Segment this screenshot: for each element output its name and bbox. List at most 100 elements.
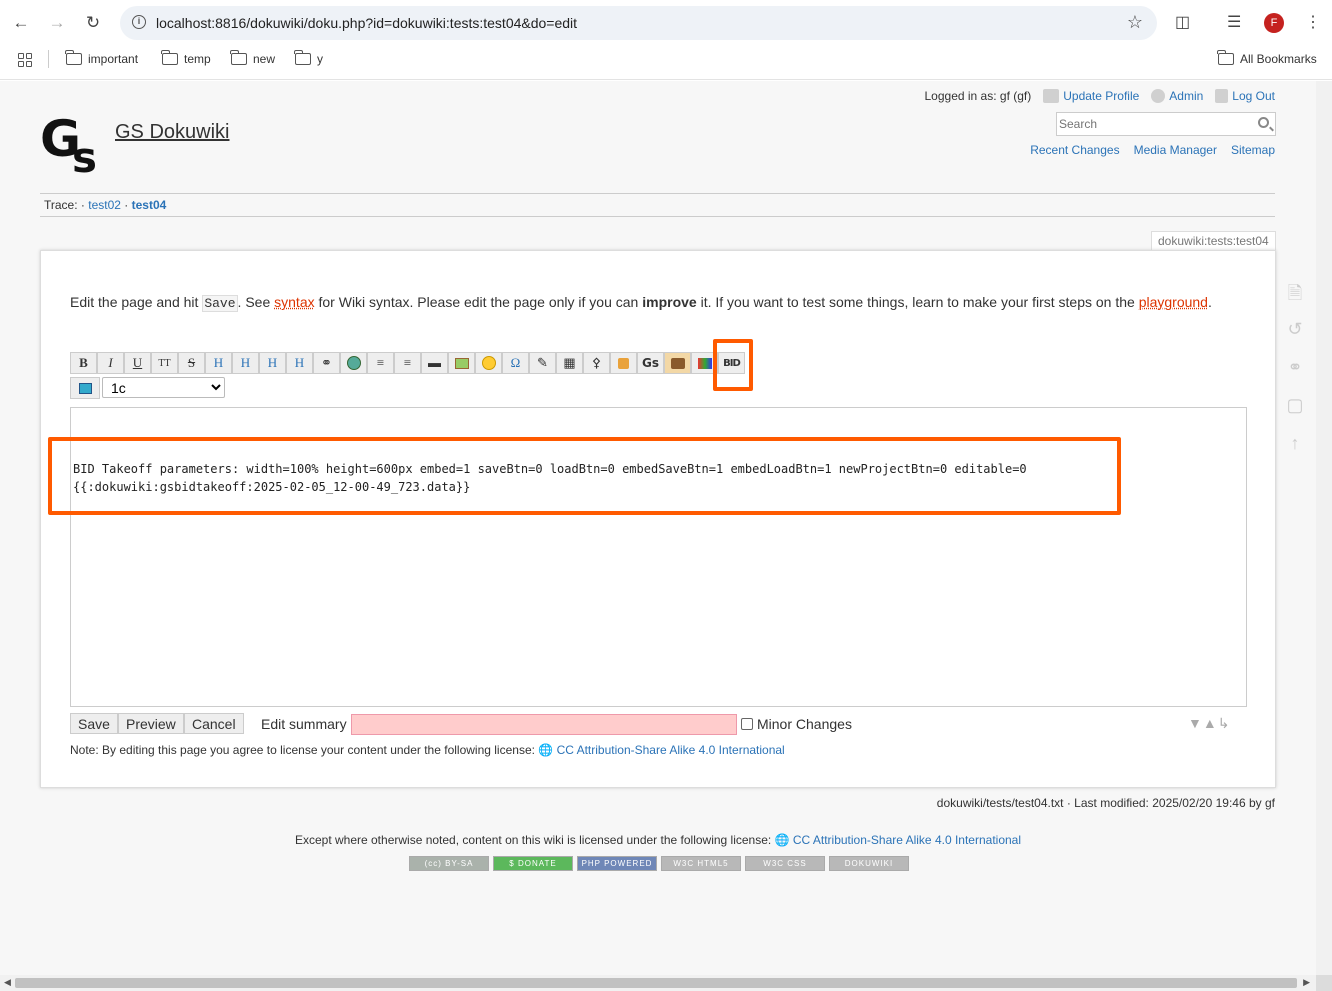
show-page-icon[interactable]: 🗎 [1284,281,1306,305]
bookmark-important[interactable]: important [65,50,138,66]
html5-badge[interactable]: W3C HTML5 [661,856,741,871]
hr-button[interactable]: ▬ [421,352,448,374]
monospace-button[interactable]: TT [151,352,178,374]
intro-text: it. If you want to test some things, lea… [696,294,1139,310]
sitemap-link[interactable]: Sitemap [1231,143,1275,157]
admin-label: Admin [1169,89,1204,103]
donate-badge[interactable]: $ DONATE [493,856,573,871]
profile-avatar[interactable]: F [1264,13,1284,33]
internal-link-button[interactable]: ⚭ [313,352,340,374]
scroll-thumb[interactable] [15,978,1297,988]
edit-summary-input[interactable] [351,714,737,735]
footer-license-link[interactable]: CC Attribution-Share Alike 4.0 Internati… [793,833,1021,847]
special-chars-button[interactable]: Ω [502,352,529,374]
bookmark-label: y [317,52,323,66]
vertical-scrollbar[interactable] [1316,81,1332,975]
heading-same-button[interactable]: H [205,352,232,374]
horizontal-scrollbar[interactable]: ◀ ▶ [0,975,1332,991]
update-profile-link[interactable]: Update Profile [1043,89,1139,103]
forward-icon[interactable]: → [44,10,70,36]
signature-button[interactable]: ✎ [529,352,556,374]
media-button[interactable] [448,352,475,374]
heading-lower-button[interactable]: H [232,352,259,374]
table-button[interactable]: ▦ [556,352,583,374]
bookmark-y[interactable]: y [294,50,323,66]
media-manager-link[interactable]: Media Manager [1134,143,1217,157]
search-icon[interactable] [1258,117,1269,128]
strike-button[interactable]: S [178,352,205,374]
menu-icon[interactable]: ⋮ [1305,12,1321,32]
external-link-button[interactable] [340,352,367,374]
save-button[interactable]: Save [70,713,118,734]
bag-button[interactable] [664,352,691,374]
apps-icon[interactable] [18,53,32,67]
syntax-link[interactable]: syntax [274,294,314,310]
trace-item-test04[interactable]: test04 [132,198,167,212]
scroll-left-icon[interactable]: ◀ [4,977,11,988]
back-icon[interactable]: ← [8,10,34,36]
back-to-top-icon[interactable]: ↑ [1284,433,1306,457]
bookmark-temp[interactable]: temp [161,50,211,66]
folder-icon [1217,50,1234,65]
admin-link[interactable]: Admin [1151,89,1203,103]
unordered-list-button[interactable]: ≡ [394,352,421,374]
highlight-editor-text [48,437,1121,515]
minor-changes-checkbox[interactable]: Minor Changes [741,716,852,732]
media-icon[interactable]: ☰ [1227,12,1241,32]
pdf-export-icon[interactable]: ▢ [1284,395,1306,419]
scroll-right-icon[interactable]: ▶ [1303,977,1310,988]
key-button[interactable]: ⚴ [583,352,610,374]
ordered-list-button[interactable]: ≡ [367,352,394,374]
reload-icon[interactable]: ↻ [80,10,106,36]
edit-panel: Edit the page and hit Save. See syntax f… [40,250,1276,788]
column-select[interactable]: 1c [102,377,225,398]
backlinks-icon[interactable]: ⚭ [1284,357,1306,381]
search-box [1056,112,1276,136]
globe-icon [346,356,361,370]
folder-icon [161,50,178,65]
ordered-list-icon: ≡ [376,355,385,370]
php-badge[interactable]: PHP POWERED [577,856,657,871]
dokuwiki-badge[interactable]: DOKUWIKI [829,856,909,871]
bookmark-new[interactable]: new [230,50,275,66]
heading-higher-button[interactable]: H [259,352,286,374]
column-color-button[interactable] [70,377,100,399]
editor-resize-icons[interactable]: ▼▲↳ [1188,715,1230,732]
preview-button[interactable]: Preview [118,713,184,734]
lock-button[interactable] [610,352,637,374]
log-out-link[interactable]: Log Out [1215,89,1275,103]
bold-button[interactable]: B [70,352,97,374]
intro-text: Edit the page and hit [70,294,203,310]
site-name-link[interactable]: GS Dokuwiki [115,121,229,144]
revisions-icon[interactable]: ↺ [1284,319,1306,343]
heading-select-button[interactable]: H [286,352,313,374]
intro-text: . See [237,294,275,310]
css-badge[interactable]: W3C CSS [745,856,825,871]
smiley-icon [481,356,496,370]
cancel-button[interactable]: Cancel [184,713,244,734]
extensions-icon[interactable]: ◫ [1175,12,1190,32]
site-info-icon[interactable]: i [132,15,146,29]
cc-by-sa-badge[interactable]: (cc) BY-SA [409,856,489,871]
search-input[interactable] [1057,113,1247,135]
log-out-label: Log Out [1232,89,1275,103]
recent-changes-link[interactable]: Recent Changes [1030,143,1119,157]
checkbox-box[interactable] [741,718,753,730]
address-bar[interactable]: i localhost:8816/dokuwiki/doku.php?id=do… [120,6,1157,40]
footer-license-text: Except where otherwise noted, content on… [294,833,772,847]
edit-summary-label: Edit summary [261,716,347,732]
italic-button[interactable]: I [97,352,124,374]
license-link[interactable]: CC Attribution-Share Alike 4.0 Internati… [557,743,785,757]
bookmark-star-icon[interactable]: ☆ [1127,12,1143,33]
gear-icon [1151,89,1166,103]
smiley-button[interactable] [475,352,502,374]
playground-link[interactable]: playground [1139,294,1208,310]
divider [40,216,1275,217]
all-bookmarks[interactable]: All Bookmarks [1217,50,1317,66]
logout-icon [1215,89,1229,103]
gs-plugin-button[interactable]: Gs [637,352,664,374]
monitor-icon [78,382,92,394]
gs-logo[interactable]: G s [40,110,104,174]
trace-item-test02[interactable]: test02 [88,198,121,212]
underline-button[interactable]: U [124,352,151,374]
